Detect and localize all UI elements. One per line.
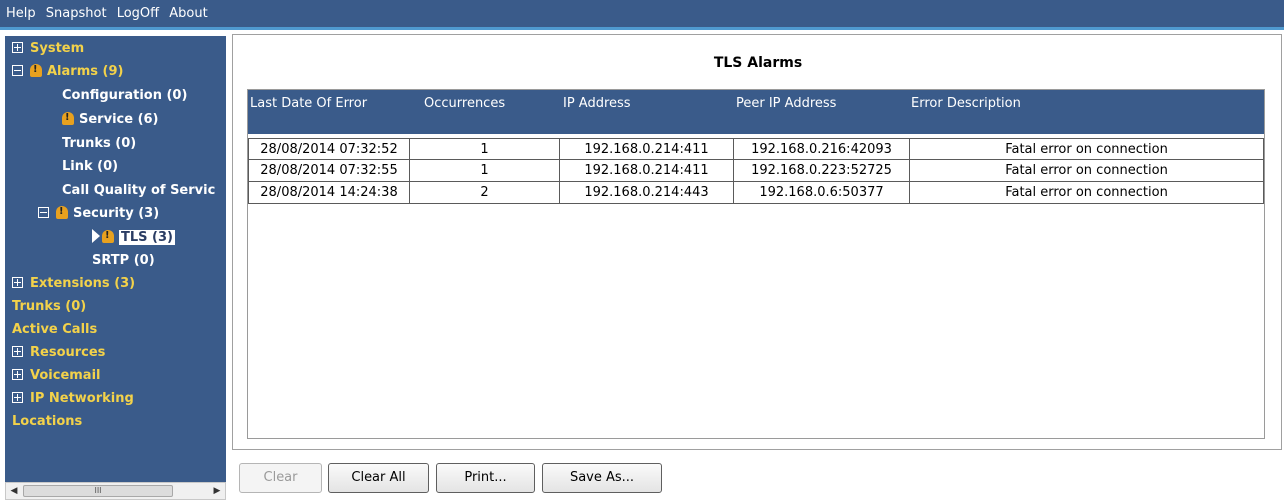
column-header-occurrences[interactable]: Occurrences xyxy=(424,96,505,111)
alarms-table: Last Date Of Error Occurrences IP Addres… xyxy=(247,89,1265,439)
tree-item-ip-networking[interactable]: IP Networking xyxy=(12,389,134,409)
cell-last-date: 28/08/2014 14:24:38 xyxy=(248,182,409,204)
tree-item-label: Call Quality of Servic xyxy=(62,183,216,198)
expand-icon[interactable] xyxy=(12,41,23,53)
table-row[interactable]: 28/08/2014 07:32:52 1 192.168.0.214:411 … xyxy=(248,138,1264,160)
tree-item-label: Resources xyxy=(30,345,106,360)
expand-icon[interactable] xyxy=(12,276,23,288)
menu-help[interactable]: Help xyxy=(6,0,36,27)
tree-item-label: IP Networking xyxy=(30,391,134,406)
tree-item-srtp[interactable]: SRTP (0) xyxy=(92,251,155,271)
collapse-icon[interactable] xyxy=(12,64,23,76)
clear-all-button[interactable]: Clear All xyxy=(328,463,429,493)
tree-item-label: System xyxy=(30,41,85,56)
cell-ip-address: 192.168.0.214:411 xyxy=(559,138,733,160)
selected-arrow-icon xyxy=(92,229,100,243)
tree-item-active-calls[interactable]: Active Calls xyxy=(12,320,97,340)
expand-icon[interactable] xyxy=(12,368,23,380)
tree-item-label: Trunks (0) xyxy=(12,299,87,314)
cell-error-description: Fatal error on connection xyxy=(909,182,1264,204)
tree-item-locations[interactable]: Locations xyxy=(12,412,82,432)
tree-item-tls[interactable]: TLS (3) xyxy=(92,228,175,248)
cell-peer-ip-address: 192.168.0.6:50377 xyxy=(733,182,909,204)
sidebar-horizontal-scrollbar[interactable]: ◀ III ▶ xyxy=(5,482,226,500)
tree-item-configuration[interactable]: Configuration (0) xyxy=(62,86,187,106)
cell-occurrences: 2 xyxy=(409,182,559,204)
expand-icon[interactable] xyxy=(12,391,23,403)
print-button[interactable]: Print... xyxy=(436,463,535,493)
cell-error-description: Fatal error on connection xyxy=(909,138,1264,160)
tree-item-security[interactable]: Security (3) xyxy=(38,204,159,224)
collapse-icon[interactable] xyxy=(38,206,49,218)
alarm-bell-icon xyxy=(62,111,74,125)
column-header-error-description[interactable]: Error Description xyxy=(911,96,1021,111)
tree-item-label: Security (3) xyxy=(73,206,160,221)
cell-ip-address: 192.168.0.214:443 xyxy=(559,182,733,204)
menu-bar: Help Snapshot LogOff About xyxy=(0,0,1284,30)
column-header-ip-address[interactable]: IP Address xyxy=(563,96,631,111)
tree-item-trunks[interactable]: Trunks (0) xyxy=(12,297,86,317)
clear-button[interactable]: Clear xyxy=(239,463,322,493)
column-header-peer-ip-address[interactable]: Peer IP Address xyxy=(736,96,836,111)
cell-occurrences: 1 xyxy=(409,160,559,182)
scrollbar-thumb[interactable]: III xyxy=(23,485,173,497)
tree-item-label: Active Calls xyxy=(12,322,98,337)
tree-item-label: SRTP (0) xyxy=(92,253,155,268)
tree-item-label: Locations xyxy=(12,414,83,429)
tree-item-label: Alarms (9) xyxy=(47,64,124,79)
scroll-right-icon[interactable]: ▶ xyxy=(209,483,225,499)
scrollbar-grip: III xyxy=(94,486,102,495)
table-header: Last Date Of Error Occurrences IP Addres… xyxy=(248,90,1264,134)
cell-ip-address: 192.168.0.214:411 xyxy=(559,160,733,182)
tree-item-label: Configuration (0) xyxy=(62,88,188,103)
menu-logoff[interactable]: LogOff xyxy=(117,0,159,27)
tree-item-label: Voicemail xyxy=(30,368,101,383)
table-row[interactable]: 28/08/2014 14:24:38 2 192.168.0.214:443 … xyxy=(248,182,1264,204)
tree-item-label: Extensions (3) xyxy=(30,276,136,291)
tree-item-service[interactable]: Service (6) xyxy=(62,110,159,130)
tree-item-alarms[interactable]: Alarms (9) xyxy=(12,62,123,82)
menu-snapshot[interactable]: Snapshot xyxy=(46,0,107,27)
cell-last-date: 28/08/2014 07:32:52 xyxy=(248,138,409,160)
tree-item-call-quality[interactable]: Call Quality of Servic xyxy=(62,181,215,201)
alarms-panel: TLS Alarms Last Date Of Error Occurrence… xyxy=(232,34,1282,450)
tree-item-label: Link (0) xyxy=(62,159,119,174)
menu-about[interactable]: About xyxy=(169,0,207,27)
cell-peer-ip-address: 192.168.0.223:52725 xyxy=(733,160,909,182)
tree-item-voicemail[interactable]: Voicemail xyxy=(12,366,101,386)
save-as-button[interactable]: Save As... xyxy=(542,463,662,493)
cell-peer-ip-address: 192.168.0.216:42093 xyxy=(733,138,909,160)
expand-icon[interactable] xyxy=(12,345,23,357)
tree-item-label: Trunks (0) xyxy=(62,136,137,151)
scroll-left-icon[interactable]: ◀ xyxy=(6,483,22,499)
tree-item-link[interactable]: Link (0) xyxy=(62,157,118,177)
cell-error-description: Fatal error on connection xyxy=(909,160,1264,182)
panel-title: TLS Alarms xyxy=(713,55,803,71)
tree-item-extensions[interactable]: Extensions (3) xyxy=(12,274,135,294)
alarm-bell-icon xyxy=(56,205,68,219)
table-row[interactable]: 28/08/2014 07:32:55 1 192.168.0.214:411 … xyxy=(248,160,1264,182)
tree-item-label: Service (6) xyxy=(79,112,159,127)
column-header-last-date[interactable]: Last Date Of Error xyxy=(250,96,367,111)
tree-item-resources[interactable]: Resources xyxy=(12,343,105,363)
tree-item-system[interactable]: System xyxy=(12,39,84,59)
alarm-bell-icon xyxy=(30,63,42,77)
alarm-bell-icon xyxy=(102,229,114,243)
cell-last-date: 28/08/2014 07:32:55 xyxy=(248,160,409,182)
tree-item-trunks-alarm[interactable]: Trunks (0) xyxy=(62,134,136,154)
tree-item-label: TLS (3) xyxy=(119,230,175,245)
cell-occurrences: 1 xyxy=(409,138,559,160)
navigation-tree: System Alarms (9) Configuration (0) Serv… xyxy=(5,36,226,482)
